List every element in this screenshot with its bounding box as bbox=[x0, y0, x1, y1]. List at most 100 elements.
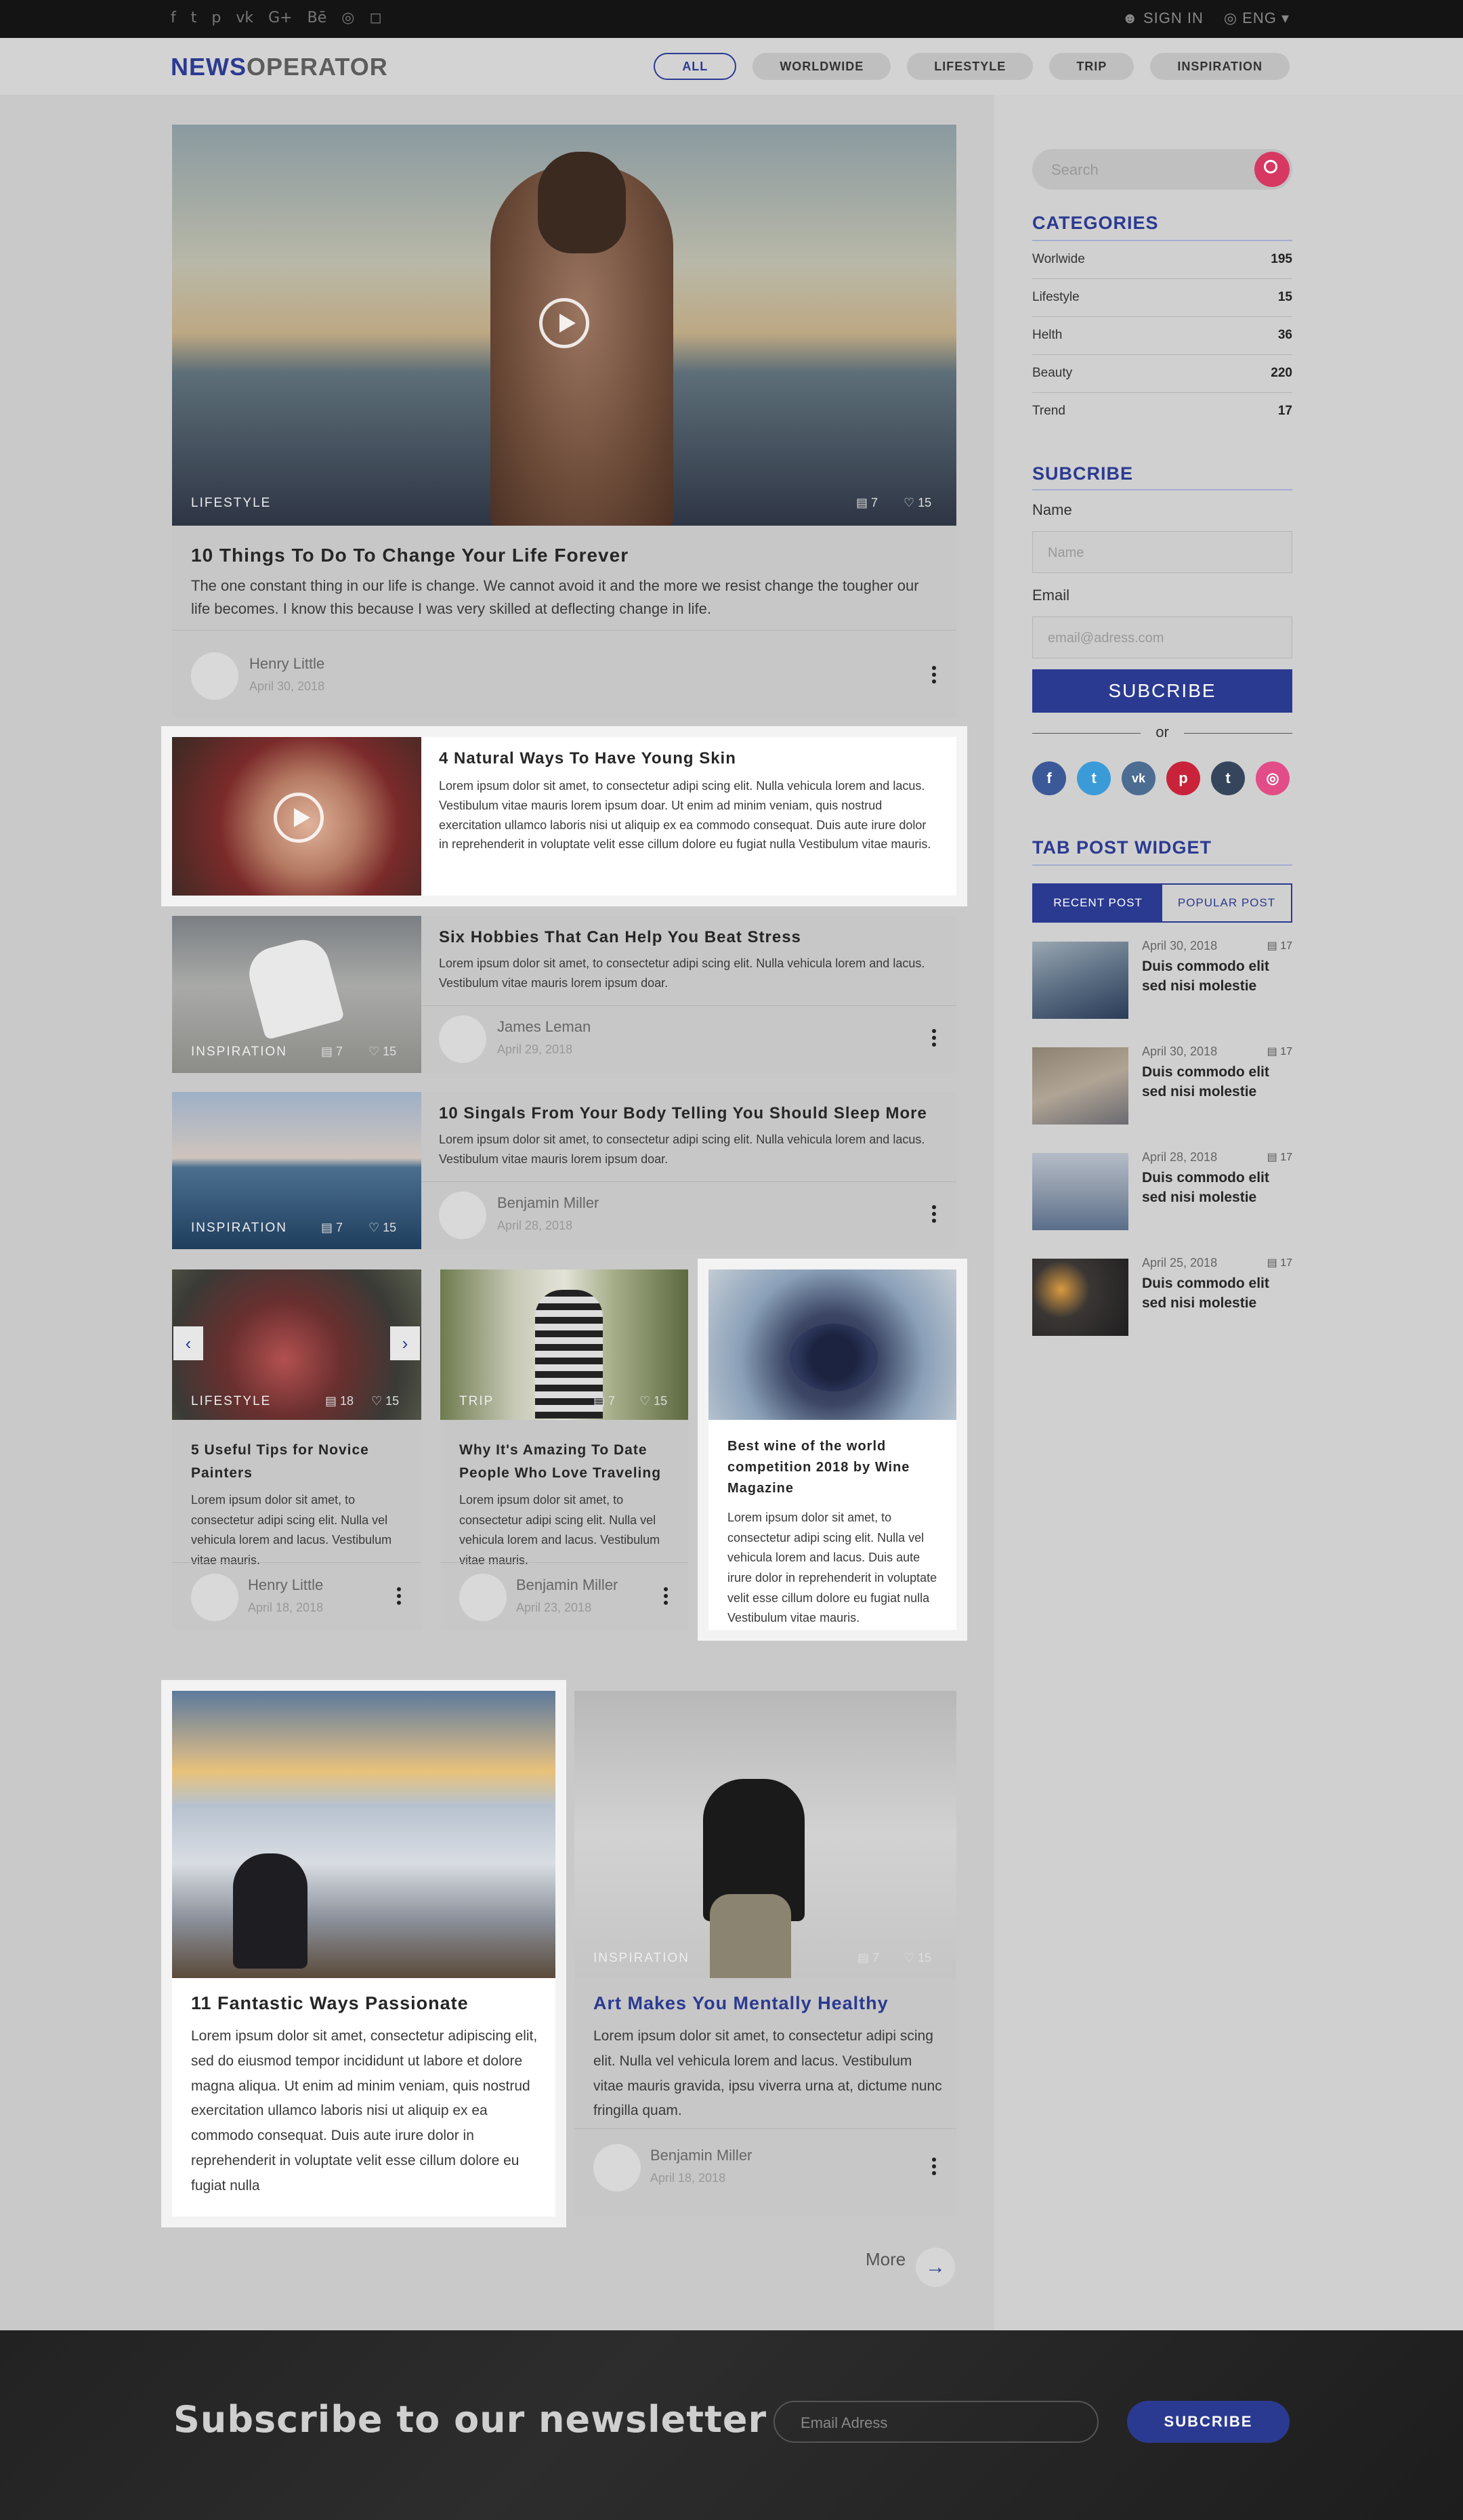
grid-post[interactable]: INSPIRATION ▤ 7 ♡ 15 Art Makes You Menta… bbox=[574, 1691, 956, 2217]
author-name[interactable]: James Leman bbox=[497, 1018, 591, 1036]
post-title[interactable]: 10 Singals From Your Body Telling You Sh… bbox=[439, 1104, 927, 1123]
tab-post-thumbnail[interactable] bbox=[1032, 1047, 1128, 1125]
avatar[interactable] bbox=[593, 2144, 641, 2191]
post-image[interactable] bbox=[172, 737, 421, 896]
post-tag[interactable]: INSPIRATION bbox=[191, 1045, 287, 1059]
carousel-prev-button[interactable]: ‹ bbox=[173, 1326, 203, 1360]
more-options-icon[interactable] bbox=[932, 1029, 936, 1049]
category-beauty[interactable]: Beauty 220 bbox=[1032, 355, 1292, 393]
facebook-icon[interactable]: f bbox=[1032, 761, 1066, 795]
avatar[interactable] bbox=[439, 1192, 486, 1239]
instagram-icon[interactable]: ◻ bbox=[369, 9, 381, 26]
post-image[interactable]: TRIP ▤ 7 ♡ 15 bbox=[440, 1269, 688, 1420]
play-icon[interactable] bbox=[274, 793, 324, 843]
post-title[interactable]: Best wine of the world competition 2018 … bbox=[727, 1436, 944, 1499]
author-name[interactable]: Benjamin Miller bbox=[650, 2147, 752, 2164]
subscribe-button[interactable]: SUBCRIBE bbox=[1032, 669, 1292, 713]
post-title[interactable]: 5 Useful Tips for Novice Painters bbox=[191, 1439, 408, 1484]
list-post[interactable]: 4 Natural Ways To Have Young Skin Lorem … bbox=[172, 737, 956, 896]
search-button[interactable] bbox=[1254, 152, 1290, 187]
post-image[interactable]: INSPIRATION ▤ 7 ♡ 15 bbox=[172, 1092, 421, 1249]
post-title[interactable]: 4 Natural Ways To Have Young Skin bbox=[439, 749, 736, 768]
post-tag[interactable]: LIFESTYLE bbox=[191, 1394, 271, 1409]
post-image[interactable] bbox=[708, 1269, 956, 1420]
avatar[interactable] bbox=[459, 1574, 507, 1621]
author-name[interactable]: Benjamin Miller bbox=[497, 1194, 599, 1212]
vk-icon[interactable]: vk bbox=[236, 9, 253, 26]
tab-popular-post[interactable]: POPULAR POST bbox=[1162, 885, 1291, 921]
post-title[interactable]: 10 Things To Do To Change Your Life Fore… bbox=[191, 545, 629, 566]
post-image[interactable]: ‹ › LIFESTYLE ▤ 18 ♡ 15 bbox=[172, 1269, 421, 1420]
more-options-icon[interactable] bbox=[664, 1587, 668, 1608]
language-selector[interactable]: ◎ ENG ▾ bbox=[1224, 9, 1290, 27]
nav-lifestyle[interactable]: LIFESTYLE bbox=[907, 53, 1034, 80]
email-field[interactable]: email@adress.com bbox=[1032, 616, 1292, 658]
grid-post[interactable]: ‹ › LIFESTYLE ▤ 18 ♡ 15 5 Useful Tips fo… bbox=[172, 1269, 421, 1630]
dribbble-icon[interactable]: ◎ bbox=[1256, 761, 1290, 795]
featured-image[interactable]: LIFESTYLE ▤ 7 ♡ 15 bbox=[172, 125, 956, 526]
category-worldwide[interactable]: Worlwide 195 bbox=[1032, 241, 1292, 279]
author-name[interactable]: Benjamin Miller bbox=[516, 1576, 618, 1594]
tab-post-title[interactable]: Duis commodo elit sed nisi molestie bbox=[1142, 1274, 1284, 1314]
author-name[interactable]: Henry Little bbox=[249, 655, 324, 673]
grid-post[interactable]: 11 Fantastic Ways Passionate Lorem ipsum… bbox=[172, 1691, 555, 2217]
tab-post-title[interactable]: Duis commodo elit sed nisi molestie bbox=[1142, 1168, 1284, 1208]
post-tag[interactable]: LIFESTYLE bbox=[191, 496, 271, 511]
tab-post-thumbnail[interactable] bbox=[1032, 1259, 1128, 1336]
newsletter-subscribe-button[interactable]: SUBCRIBE bbox=[1127, 2401, 1290, 2443]
post-image[interactable]: INSPIRATION ▤ 7 ♡ 15 bbox=[172, 916, 421, 1073]
like-count[interactable]: ♡ 15 bbox=[368, 1221, 396, 1235]
like-count[interactable]: ♡ 15 bbox=[371, 1394, 399, 1408]
avatar[interactable] bbox=[191, 1574, 238, 1621]
post-title[interactable]: Why It's Amazing To Date People Who Love… bbox=[459, 1439, 676, 1484]
post-tag[interactable]: INSPIRATION bbox=[191, 1221, 287, 1236]
pinterest-icon[interactable]: p bbox=[211, 9, 221, 26]
vk-icon[interactable]: vk bbox=[1122, 761, 1155, 795]
search-input[interactable]: Search bbox=[1032, 149, 1292, 190]
tab-post-thumbnail[interactable] bbox=[1032, 1153, 1128, 1230]
grid-post[interactable]: TRIP ▤ 7 ♡ 15 Why It's Amazing To Date P… bbox=[440, 1269, 688, 1630]
like-count[interactable]: ♡ 15 bbox=[904, 496, 931, 510]
twitter-icon[interactable]: t bbox=[191, 9, 197, 26]
name-field[interactable]: Name bbox=[1032, 531, 1292, 573]
post-image[interactable]: INSPIRATION ▤ 7 ♡ 15 bbox=[574, 1691, 956, 1978]
list-post[interactable]: INSPIRATION ▤ 7 ♡ 15 10 Singals From You… bbox=[172, 1092, 956, 1249]
carousel-next-button[interactable]: › bbox=[390, 1326, 420, 1360]
tab-post-title[interactable]: Duis commodo elit sed nisi molestie bbox=[1142, 1062, 1284, 1102]
post-tag[interactable]: TRIP bbox=[459, 1394, 494, 1409]
post-tag[interactable]: INSPIRATION bbox=[593, 1951, 690, 1966]
post-title[interactable]: 11 Fantastic Ways Passionate bbox=[191, 1993, 469, 2014]
more-link[interactable]: More bbox=[866, 2249, 906, 2270]
category-trend[interactable]: Trend 17 bbox=[1032, 393, 1292, 431]
like-count[interactable]: ♡ 15 bbox=[904, 1951, 931, 1965]
author-name[interactable]: Henry Little bbox=[248, 1576, 323, 1594]
site-logo[interactable]: NEWSOPERATOR bbox=[171, 53, 388, 81]
dribbble-icon[interactable]: ◎ bbox=[341, 9, 354, 26]
category-lifestyle[interactable]: Lifestyle 15 bbox=[1032, 279, 1292, 317]
post-image[interactable] bbox=[172, 1691, 555, 1978]
sign-in-link[interactable]: ☻ SIGN IN bbox=[1122, 9, 1204, 27]
arrow-right-icon[interactable]: → bbox=[916, 2248, 955, 2287]
twitter-icon[interactable]: t bbox=[1077, 761, 1111, 795]
play-icon[interactable] bbox=[539, 298, 589, 348]
post-title[interactable]: Six Hobbies That Can Help You Beat Stres… bbox=[439, 928, 801, 947]
pinterest-icon[interactable]: p bbox=[1166, 761, 1200, 795]
more-options-icon[interactable] bbox=[397, 1587, 401, 1608]
nav-all[interactable]: ALL bbox=[654, 53, 737, 80]
tab-post-thumbnail[interactable] bbox=[1032, 942, 1128, 1019]
google-plus-icon[interactable]: G+ bbox=[268, 9, 292, 26]
featured-post[interactable]: LIFESTYLE ▤ 7 ♡ 15 10 Things To Do To Ch… bbox=[172, 125, 956, 718]
tumblr-icon[interactable]: t bbox=[1211, 761, 1245, 795]
avatar[interactable] bbox=[439, 1015, 486, 1063]
like-count[interactable]: ♡ 15 bbox=[368, 1045, 396, 1059]
like-count[interactable]: ♡ 15 bbox=[639, 1394, 667, 1408]
nav-trip[interactable]: TRIP bbox=[1049, 53, 1135, 80]
more-options-icon[interactable] bbox=[932, 1205, 936, 1225]
more-options-icon[interactable] bbox=[932, 666, 936, 686]
grid-post[interactable]: Best wine of the world competition 2018 … bbox=[708, 1269, 956, 1630]
avatar[interactable] bbox=[191, 652, 238, 700]
behance-icon[interactable]: Bē bbox=[308, 9, 327, 26]
tab-post-title[interactable]: Duis commodo elit sed nisi molestie bbox=[1142, 957, 1284, 996]
nav-inspiration[interactable]: INSPIRATION bbox=[1150, 53, 1290, 80]
more-options-icon[interactable] bbox=[932, 2158, 936, 2178]
